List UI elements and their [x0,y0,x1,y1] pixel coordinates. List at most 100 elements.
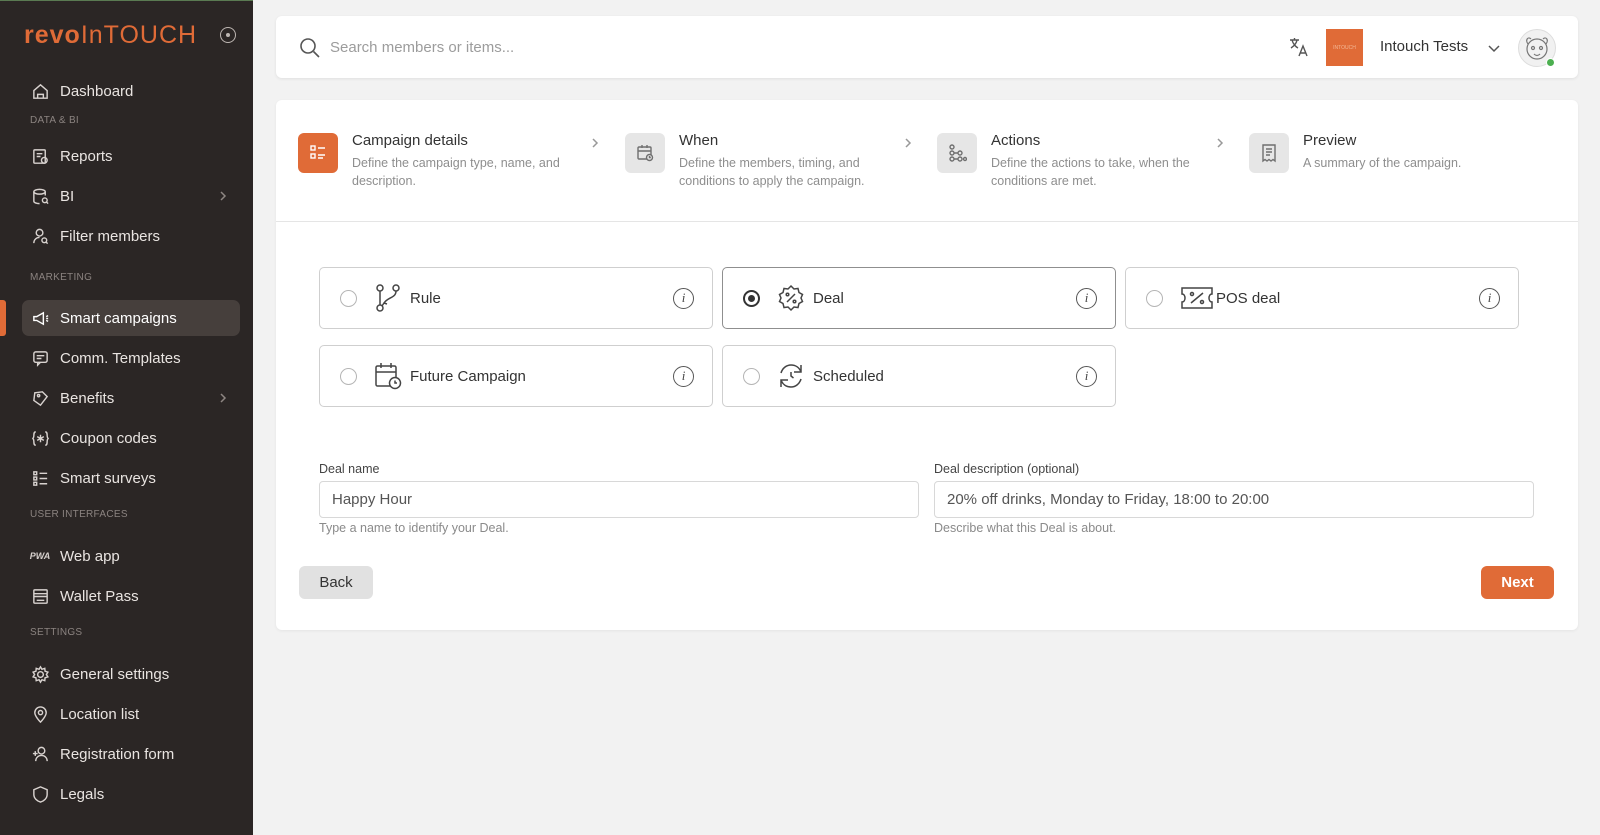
info-icon[interactable]: i [673,366,694,387]
translate-icon[interactable] [1288,36,1310,58]
reports-icon [30,146,50,166]
step-description: Define the members, timing, and conditio… [679,156,865,188]
sidebar-item-general-settings[interactable]: General settings [22,656,240,692]
deal-name-input[interactable] [319,481,919,518]
calendar-clock-icon [625,133,665,173]
topbar: INTOUCH Intouch Tests [276,16,1578,78]
chevron-right-icon [216,391,230,405]
message-icon [30,348,50,368]
info-icon[interactable]: i [673,288,694,309]
sidebar-item-label: Comm. Templates [60,349,181,367]
radio-pos-deal[interactable] [1146,290,1163,307]
sidebar-item-legals[interactable]: Legals [22,776,240,812]
code-asterisk-icon [30,428,50,448]
sidebar-item-registration-form[interactable]: Registration form [22,736,240,772]
account-name[interactable]: Intouch Tests [1380,38,1468,55]
chevron-right-icon [902,136,914,148]
radio-rule[interactable] [340,290,357,307]
sidebar: revoInTOUCH Dashboard DATA & BI Reports … [0,0,253,835]
pwa-icon: PWA [29,551,51,561]
discount-badge-icon [777,283,805,313]
gear-icon [30,664,50,684]
sidebar-item-label: Benefits [60,389,115,407]
step-title: Campaign details [352,132,468,149]
sidebar-item-location-list[interactable]: Location list [22,696,240,732]
radio-future-campaign[interactable] [340,368,357,385]
sidebar-item-label: Smart surveys [60,469,156,487]
deal-description-input[interactable] [934,481,1534,518]
wallet-icon [30,586,50,606]
section-label-marketing: MARKETING [30,272,93,283]
step-title: When [679,132,719,149]
sidebar-item-reports[interactable]: Reports [22,138,240,174]
shield-icon [30,784,50,804]
ticket-percent-icon [1180,283,1214,313]
sidebar-item-label: Legals [60,785,105,803]
active-indicator [0,300,6,336]
sidebar-item-label: Web app [60,547,120,565]
info-icon[interactable]: i [1479,288,1500,309]
campaign-type-pos-deal[interactable]: POS deal i [1125,267,1519,329]
list-icon [30,468,50,488]
campaign-type-label: Future Campaign [410,368,526,385]
info-icon[interactable]: i [1076,366,1097,387]
campaign-details-icon [298,133,338,173]
chevron-down-icon[interactable] [1486,40,1502,56]
user-search-icon [30,226,50,246]
step-description: A summary of the campaign. [1303,156,1462,170]
step-description: Define the actions to take, when the con… [991,156,1190,188]
sidebar-item-comm-templates[interactable]: Comm. Templates [22,340,240,376]
sidebar-item-smart-surveys[interactable]: Smart surveys [22,460,240,496]
stepper: Campaign details Define the campaign typ… [276,100,1578,222]
megaphone-icon [30,308,50,328]
logo-revo: revo [24,21,81,49]
sidebar-item-label: General settings [60,665,170,683]
user-add-icon [30,744,50,764]
sidebar-item-dashboard[interactable]: Dashboard [22,73,240,109]
collapse-sidebar-icon[interactable] [220,27,236,43]
radio-scheduled[interactable] [743,368,760,385]
branch-icon [374,283,402,313]
campaign-type-rule[interactable]: Rule i [319,267,713,329]
next-button[interactable]: Next [1481,566,1554,599]
home-icon [30,81,50,101]
sidebar-item-label: Filter members [60,227,161,245]
logo-intouch: InTOUCH [80,21,198,49]
database-search-icon [30,186,50,206]
campaign-type-deal[interactable]: Deal i [722,267,1116,329]
info-icon[interactable]: i [1076,288,1097,309]
sidebar-item-label: Location list [60,705,140,723]
app-logo[interactable]: revoInTOUCH [24,21,197,50]
brand-logo: INTOUCH [1326,29,1363,66]
search-input[interactable] [330,32,930,62]
calendar-clock-icon [374,361,402,391]
radio-deal[interactable] [743,290,760,307]
sidebar-item-benefits[interactable]: Benefits [22,380,240,416]
campaign-type-label: Scheduled [813,368,884,385]
deal-name-help: Type a name to identify your Deal. [319,521,509,535]
sidebar-item-label: Registration form [60,745,175,763]
chevron-right-icon [589,136,601,148]
chevron-right-icon [216,189,230,203]
back-button[interactable]: Back [299,566,373,599]
campaign-type-scheduled[interactable]: Scheduled i [722,345,1116,407]
sidebar-item-bi[interactable]: BI [22,178,240,214]
sidebar-item-web-app[interactable]: PWA Web app [22,538,240,574]
sidebar-item-smart-campaigns[interactable]: Smart campaigns [22,300,240,336]
brand-logo-text: INTOUCH [1333,44,1356,51]
sidebar-item-label: Wallet Pass [60,587,139,605]
sidebar-item-label: BI [60,187,75,205]
campaign-type-label: Rule [410,290,441,307]
sidebar-item-coupon-codes[interactable]: Coupon codes [22,420,240,456]
location-pin-icon [30,704,50,724]
campaign-type-label: POS deal [1216,290,1281,307]
deal-description-help: Describe what this Deal is about. [934,521,1117,535]
chevron-right-icon [1214,136,1226,148]
section-label-data-bi: DATA & BI [30,115,80,126]
refresh-clock-icon [777,361,805,391]
sidebar-item-label: Dashboard [60,82,134,100]
search-icon [298,36,322,60]
campaign-type-future-campaign[interactable]: Future Campaign i [319,345,713,407]
sidebar-item-wallet-pass[interactable]: Wallet Pass [22,578,240,614]
sidebar-item-filter-members[interactable]: Filter members [22,218,240,254]
